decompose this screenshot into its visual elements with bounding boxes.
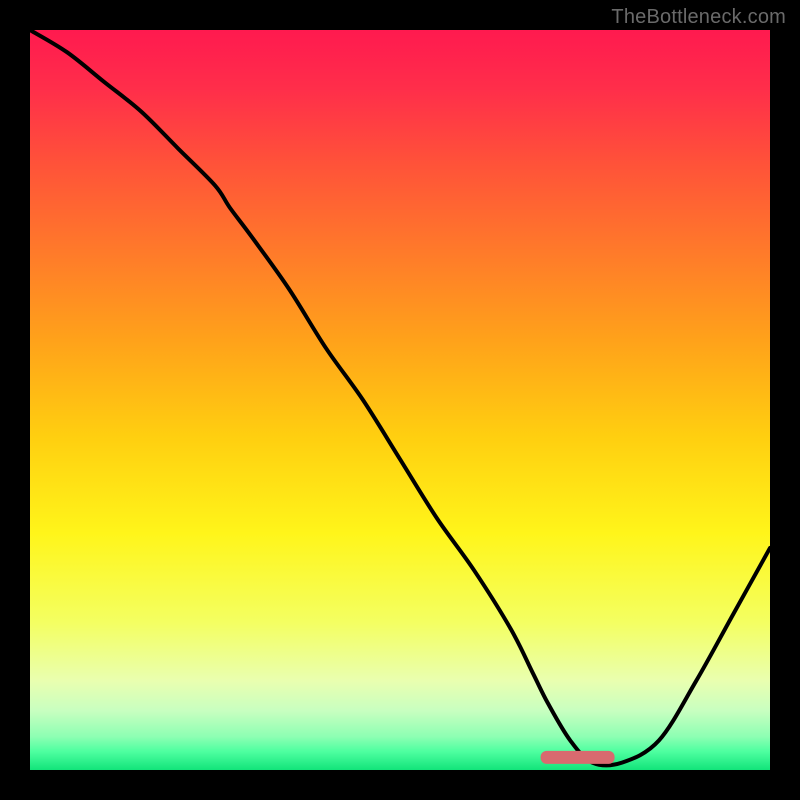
optimal-marker [541, 751, 615, 764]
chart-frame: TheBottleneck.com [0, 0, 800, 800]
gradient-background [30, 30, 770, 770]
bottleneck-chart [30, 30, 770, 770]
plot-area [30, 30, 770, 770]
watermark-label: TheBottleneck.com [611, 6, 786, 29]
